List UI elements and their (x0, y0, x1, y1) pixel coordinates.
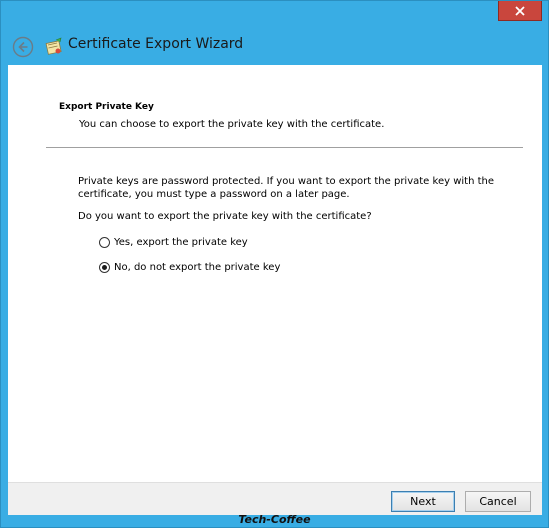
watermark-text: Tech-Coffee (238, 513, 311, 526)
window-frame: Certificate Export Wizard Export Private… (0, 0, 549, 528)
radio-no-export[interactable]: No, do not export the private key (99, 262, 280, 273)
radio-yes-export[interactable]: Yes, export the private key (99, 237, 248, 248)
close-button[interactable] (498, 1, 542, 21)
close-icon (515, 5, 525, 16)
wizard-header: Certificate Export Wizard (8, 27, 542, 64)
wizard-title: Certificate Export Wizard (68, 36, 244, 52)
back-arrow-icon[interactable] (12, 36, 34, 58)
certificate-wizard-icon (45, 37, 62, 55)
next-button[interactable]: Next (391, 491, 455, 512)
cancel-button[interactable]: Cancel (465, 491, 531, 512)
radio-button-no[interactable] (99, 262, 110, 273)
radio-button-yes[interactable] (99, 237, 110, 248)
wizard-footer: Next Cancel (8, 482, 542, 515)
wizard-content: Export Private Key You can choose to exp… (8, 65, 542, 482)
page-subheading: You can choose to export the private key… (79, 119, 385, 130)
divider (46, 147, 523, 148)
radio-label-yes: Yes, export the private key (114, 237, 248, 248)
page-heading: Export Private Key (59, 102, 154, 112)
description-text: Private keys are password protected. If … (78, 176, 494, 200)
radio-label-no: No, do not export the private key (114, 262, 281, 273)
question-text: Do you want to export the private key wi… (78, 211, 372, 222)
